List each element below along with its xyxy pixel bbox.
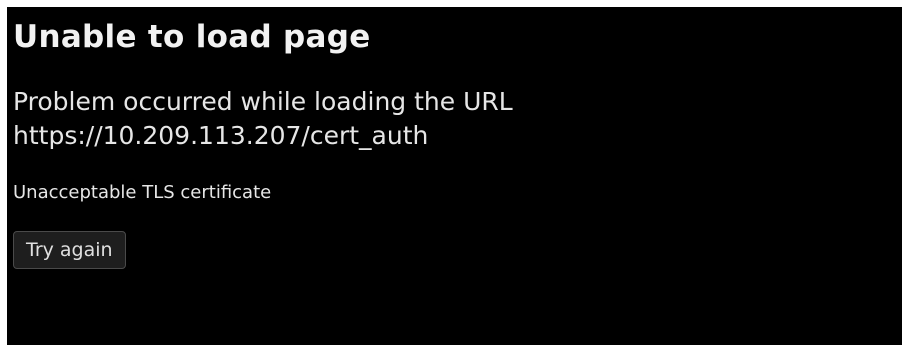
page-title: Unable to load page — [13, 19, 371, 55]
error-content: Unable to load page Problem occurred whi… — [13, 15, 896, 269]
try-again-button[interactable]: Try again — [13, 231, 126, 269]
failed-url: https://10.209.113.207/cert_auth — [13, 121, 429, 150]
error-message: Problem occurred while loading the URL h… — [13, 85, 896, 153]
error-reason: Unacceptable TLS certificate — [13, 182, 272, 203]
browser-error-view: Unable to load page Problem occurred whi… — [7, 7, 902, 345]
error-message-text: Problem occurred while loading the URL — [13, 87, 513, 116]
